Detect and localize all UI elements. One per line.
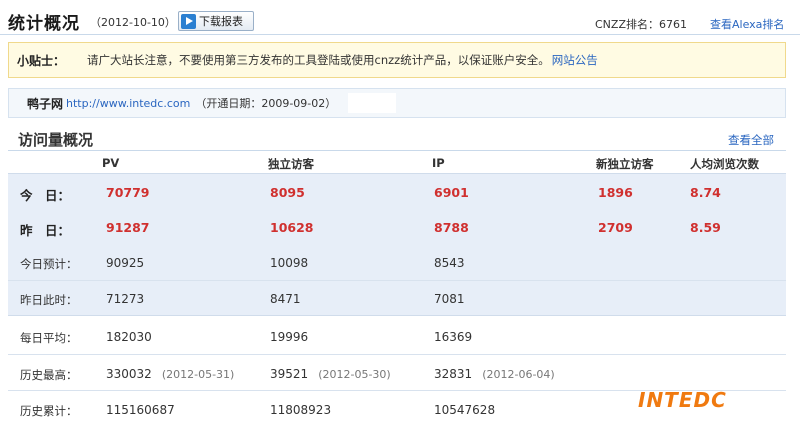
yesterday-new-uv: 2709 [598,220,633,235]
cumulative-ip: 10547628 [434,403,496,417]
today-new-uv: 1896 [598,185,633,200]
cumulative-uv: 11808923 [270,403,332,417]
tip-box: 小贴士： 请广大站长注意，不要使用第三方发布的工具登陆或使用cnzz统计产品，以… [8,42,786,78]
row-label: 每日平均： [20,331,78,345]
column-header-avg-views: 人均浏览次数 [690,157,759,171]
tip-text: 请广大站长注意，不要使用第三方发布的工具登陆或使用cnzz统计产品，以保证账户安… [87,53,550,67]
record-high-ip-date: (2012-06-04) [482,368,555,381]
yesterday-avg-views: 8.59 [690,220,721,235]
daily-average-pv: 182030 [106,330,152,344]
download-report-button[interactable]: 下载报表 [178,11,254,31]
column-header-new-uv: 新独立访客 [596,157,654,171]
today-uv: 8095 [270,185,305,200]
site-watermark: INTEDC.COM [638,388,790,412]
yesterday-ip: 8788 [434,220,469,235]
view-all-link[interactable]: 查看全部 [728,132,774,148]
play-icon [181,13,196,29]
site-info: 鸭子网 http://www.intedc.com （开通日期：2009-09-… [8,88,786,118]
row-label: 昨日此时： [20,293,78,307]
yesterday-pv: 91287 [106,220,150,235]
site-announcement-link[interactable]: 网站公告 [552,52,598,68]
view-alexa-rank-link[interactable]: 查看Alexa排名 [710,16,784,32]
column-header-pv: PV [102,156,120,170]
top-bar: 统计概况 （2012-10-10） 下载报表 CNZZ排名：6761 查看Ale… [0,0,800,35]
table-row: 昨 日： 91287 10628 8788 2709 8.59 [8,209,786,244]
forecast-ip: 8543 [434,256,465,270]
column-header-ip: IP [432,156,445,170]
tip-label: 小贴士： [17,53,66,68]
report-date: （2012-10-10） [90,16,176,29]
site-info-blank [348,93,397,113]
table-row: 今日预计： 90925 10098 8543 [8,244,786,280]
page-title: 统计概况 [8,14,80,34]
row-label: 历史累计： [20,404,78,418]
record-high-ip: 32831 (2012-06-04) [434,367,555,381]
yesterday-same-time-uv: 8471 [270,292,301,306]
column-header-uv: 独立访客 [268,157,314,171]
record-high-pv: 330032 (2012-05-31) [106,367,235,381]
row-label: 今 日： [20,188,71,203]
today-ip: 6901 [434,185,469,200]
download-report-label: 下载报表 [199,15,243,28]
cnzz-rank: CNZZ排名：6761 [595,18,687,31]
record-high-pv-date: (2012-05-31) [161,368,235,381]
row-label: 历史最高： [20,368,78,382]
today-avg-views: 8.74 [690,185,721,200]
site-open-date: （开通日期：2009-09-02） [195,97,337,110]
record-high-uv-date: (2012-05-30) [318,368,391,381]
record-high-uv: 39521 (2012-05-30) [270,367,391,381]
today-pv: 70779 [106,185,150,200]
table-row: 今 日： 70779 8095 6901 1896 8.74 [8,174,786,209]
site-name: 鸭子网 [27,96,64,111]
forecast-uv: 10098 [270,256,309,270]
table-row: 历史最高： 330032 (2012-05-31) 39521 (2012-05-3… [8,354,786,390]
daily-average-ip: 16369 [434,330,473,344]
table-row: 每日平均： 182030 19996 16369 [8,316,786,354]
cumulative-pv: 115160687 [106,403,175,417]
yesterday-uv: 10628 [270,220,314,235]
table-header: PV 独立访客 IP 新独立访客 人均浏览次数 [8,151,786,173]
traffic-stats-table: PV 独立访客 IP 新独立访客 人均浏览次数 今 日： 70779 8095 … [8,151,786,421]
table-row: 昨日此时： 71273 8471 7081 [8,280,786,315]
section-title: 访问量概况 [18,131,94,149]
site-url-link[interactable]: http://www.intedc.com [66,97,190,110]
yesterday-same-time-pv: 71273 [106,292,145,306]
daily-average-uv: 19996 [270,330,309,344]
row-label: 今日预计： [20,257,78,271]
forecast-pv: 90925 [106,256,145,270]
row-label: 昨 日： [20,223,71,238]
yesterday-same-time-ip: 7081 [434,292,465,306]
recent-stats-area: 今 日： 70779 8095 6901 1896 8.74 昨 日： 9128… [8,173,786,316]
